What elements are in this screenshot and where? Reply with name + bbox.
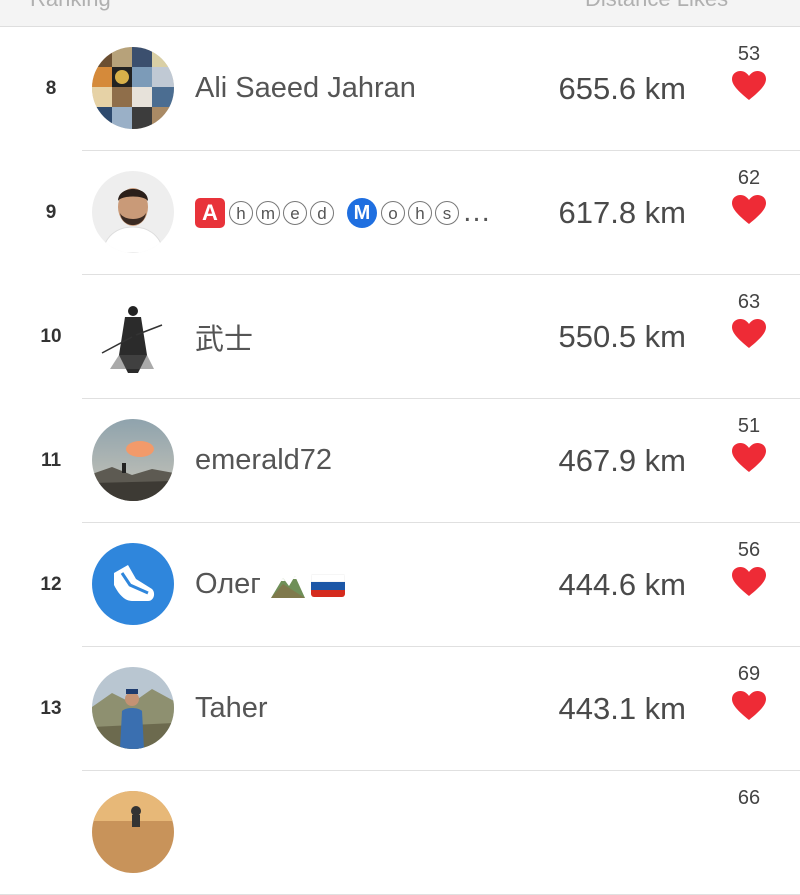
- heart-icon[interactable]: [732, 567, 766, 597]
- russia-flag-icon: [310, 573, 345, 597]
- heart-icon[interactable]: [732, 443, 766, 473]
- sunset-landscape-avatar[interactable]: [92, 419, 174, 501]
- athlete-name[interactable]: emerald72: [195, 399, 535, 522]
- distance-value: 617.8 km: [558, 194, 686, 230]
- circled-letter: m: [256, 200, 280, 225]
- list-item[interactable]: 9 A hmed M ohs … 617.8 km 62: [0, 151, 800, 275]
- letter-a-badge: A: [195, 197, 225, 228]
- heart-icon[interactable]: [732, 71, 766, 101]
- list-item[interactable]: 8 Ali Saeed Jahran 655.6 km 53: [0, 27, 800, 151]
- list-item[interactable]: 13 Taher 443.1 km 69: [0, 647, 800, 771]
- circled-letter: s: [435, 200, 459, 225]
- leaderboard-list: 8 Ali Saeed Jahran 655.6 km 53 9 A h m e…: [0, 27, 800, 895]
- circled-letter: h: [229, 200, 253, 225]
- distance-value: 550.5 km: [558, 318, 686, 354]
- list-item[interactable]: 66: [0, 771, 800, 895]
- likes-count: 69: [737, 663, 761, 685]
- sunset-silhouette-avatar[interactable]: [92, 791, 174, 873]
- likes-group[interactable]: 69: [725, 663, 773, 721]
- athlete-name[interactable]: Ali Saeed Jahran: [195, 27, 535, 150]
- circled-letter: o: [381, 200, 405, 225]
- letter-m-badge: M: [347, 197, 377, 228]
- likes-group[interactable]: 51: [725, 415, 773, 473]
- rank-number: 10: [40, 325, 62, 347]
- rank-number: 13: [40, 697, 62, 719]
- man-selfie-avatar[interactable]: [92, 171, 174, 253]
- athlete-name-styled[interactable]: A hmed M ohs …: [195, 151, 535, 274]
- distance-value: 443.1 km: [558, 690, 686, 726]
- mountain-emoji-icon: [270, 572, 305, 598]
- header-ranking-label: Ranking: [30, 0, 111, 12]
- mountain-man-avatar[interactable]: [92, 667, 174, 749]
- likes-count: 63: [737, 291, 761, 313]
- athlete-name: Олег: [195, 568, 261, 600]
- rank-number: 8: [45, 77, 57, 99]
- likes-count: 62: [737, 167, 761, 189]
- likes-group[interactable]: 66: [725, 787, 773, 809]
- circled-letter: d: [310, 200, 334, 225]
- circled-letter: e: [283, 200, 307, 225]
- photo-collage-avatar[interactable]: [92, 47, 174, 129]
- likes-group[interactable]: 56: [725, 539, 773, 597]
- distance-value: 655.6 km: [558, 70, 686, 106]
- shoe-logo-avatar[interactable]: [92, 543, 174, 625]
- circled-letter: h: [408, 200, 432, 225]
- likes-count: 53: [737, 43, 761, 65]
- athlete-name[interactable]: 武士: [195, 275, 535, 398]
- heart-icon[interactable]: [732, 195, 766, 225]
- distance-value: 444.6 km: [558, 566, 686, 602]
- likes-group[interactable]: 53: [725, 43, 773, 101]
- header-columns-label: Distance Likes: [585, 0, 728, 12]
- distance-value: 467.9 km: [558, 442, 686, 478]
- rank-number: 12: [40, 573, 62, 595]
- list-header: Ranking Distance Likes: [0, 0, 800, 27]
- list-item[interactable]: 12 Олег 444.6 km 56: [0, 523, 800, 647]
- athlete-name-with-emoji[interactable]: Олег: [195, 523, 535, 646]
- likes-count: 51: [737, 415, 761, 437]
- likes-group[interactable]: 63: [725, 291, 773, 349]
- samurai-avatar[interactable]: [92, 295, 174, 377]
- likes-group[interactable]: 62: [725, 167, 773, 225]
- likes-count: 66: [737, 787, 761, 809]
- athlete-name[interactable]: Taher: [195, 647, 535, 770]
- ellipsis: …: [462, 196, 491, 228]
- list-item[interactable]: 10 武士 550.5 km 63: [0, 275, 800, 399]
- list-item[interactable]: 11 emerald72 467.9 km 51: [0, 399, 800, 523]
- heart-icon[interactable]: [732, 691, 766, 721]
- rank-number: 9: [45, 201, 57, 223]
- heart-icon[interactable]: [732, 319, 766, 349]
- likes-count: 56: [737, 539, 761, 561]
- rank-number: 11: [40, 449, 62, 471]
